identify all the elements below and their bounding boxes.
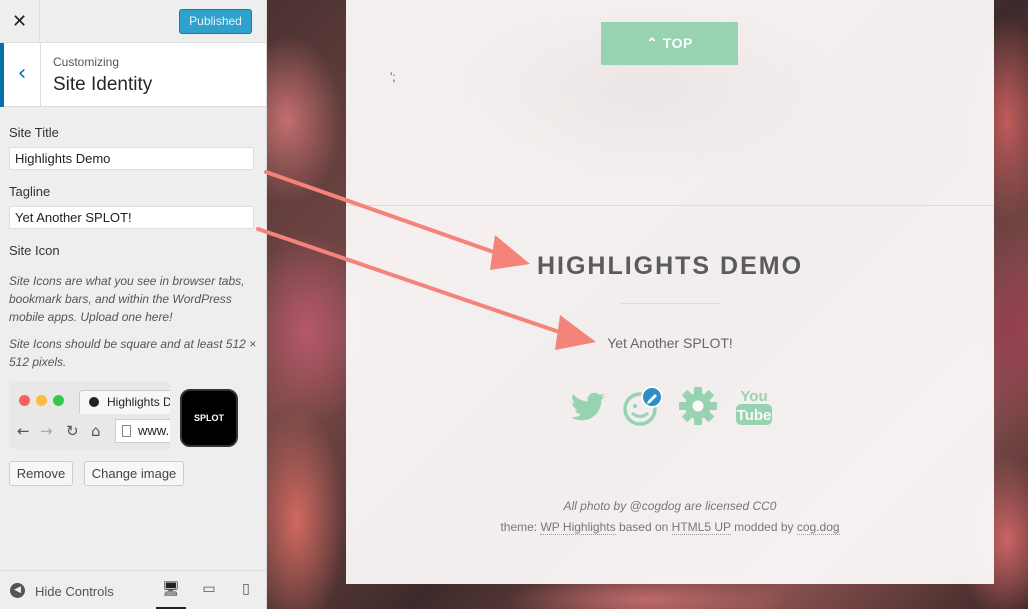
collapse-icon: ◀ <box>10 583 25 598</box>
youtube-icon[interactable]: You Tube <box>734 385 774 427</box>
reload-icon: ↻ <box>66 422 79 440</box>
minimize-dot-icon <box>36 395 47 406</box>
breadcrumb: Customizing <box>53 55 120 69</box>
site-icon-label: Site Icon <box>9 243 60 258</box>
twitter-icon[interactable] <box>568 385 608 427</box>
site-preview: ⌃ TOP '; HIGHLIGHTS DEMO Yet Another SPL… <box>267 0 1028 609</box>
credit-mid2: modded by <box>730 520 797 534</box>
close-dot-icon <box>19 395 30 406</box>
url-bar: www. <box>115 419 170 443</box>
url-text: www. <box>138 423 170 438</box>
remove-button[interactable]: Remove <box>9 461 73 486</box>
top-button[interactable]: ⌃ TOP <box>601 22 738 65</box>
forward-arrow-icon: → <box>40 422 53 440</box>
tagline-input[interactable] <box>9 206 254 229</box>
browser-tab-preview: Highlights Demo ← → ↻ ⌂ www. <box>9 381 170 449</box>
favicon-icon <box>89 397 99 407</box>
publish-button[interactable]: Published <box>179 9 252 34</box>
photo-credit: All photo by @cogdog are licensed CC0 <box>563 499 777 513</box>
tablet-preview-icon[interactable]: ▭ <box>194 571 224 609</box>
close-customizer-button[interactable]: ✕ <box>0 0 40 43</box>
site-icon-description: Site Icons are what you see in browser t… <box>9 274 245 324</box>
browser-tab-title: Highlights Demo <box>107 395 170 409</box>
credit-mid1: based on <box>615 520 672 534</box>
content-panel: ⌃ TOP '; HIGHLIGHTS DEMO Yet Another SPL… <box>346 0 994 584</box>
svg-text:Tube: Tube <box>737 407 772 424</box>
gear-icon[interactable] <box>678 385 718 427</box>
credit-prefix: theme: <box>500 520 541 534</box>
hide-controls-label: Hide Controls <box>35 584 114 599</box>
back-arrow-icon: ← <box>17 422 30 440</box>
section-title: Site Identity <box>53 74 153 95</box>
customizer-sidebar: ✕ Published ‹ Customizing Site Identity … <box>0 0 267 609</box>
page-icon <box>122 425 131 437</box>
desktop-preview-icon[interactable]: 🖥 <box>156 571 186 609</box>
customizer-header: ✕ Published <box>0 0 266 43</box>
browser-tab: Highlights Demo <box>79 390 170 414</box>
customizer-footer: ◀ Hide Controls 🖥 ▭ ▯ <box>0 570 266 609</box>
theme-credit: theme: WP Highlights based on HTML5 UP m… <box>346 520 994 535</box>
home-icon: ⌂ <box>91 422 101 440</box>
back-button[interactable]: ‹ <box>0 43 41 107</box>
mobile-preview-icon[interactable]: ▯ <box>231 571 261 609</box>
divider <box>346 205 994 206</box>
splot-edit-icon[interactable] <box>622 385 662 427</box>
site-title-label: Site Title <box>9 125 59 140</box>
html5up-link[interactable]: HTML5 UP <box>671 520 731 535</box>
maximize-dot-icon <box>53 395 64 406</box>
site-title: HIGHLIGHTS DEMO <box>536 252 804 280</box>
svg-text:You: You <box>740 388 767 405</box>
change-image-button[interactable]: Change image <box>84 461 184 486</box>
title-rule <box>620 303 720 304</box>
site-tagline: Yet Another SPLOT! <box>607 335 733 351</box>
stray-text: '; <box>390 70 396 84</box>
wp-highlights-link[interactable]: WP Highlights <box>540 520 616 535</box>
site-title-input[interactable] <box>9 147 254 170</box>
tagline-label: Tagline <box>9 184 51 199</box>
section-header: ‹ Customizing Site Identity <box>0 43 266 107</box>
site-icon-size-note: Site Icons should be square and at least… <box>9 337 257 369</box>
site-icon-image: SPLOT <box>180 389 238 447</box>
cogdog-link[interactable]: cog.dog <box>796 520 840 535</box>
